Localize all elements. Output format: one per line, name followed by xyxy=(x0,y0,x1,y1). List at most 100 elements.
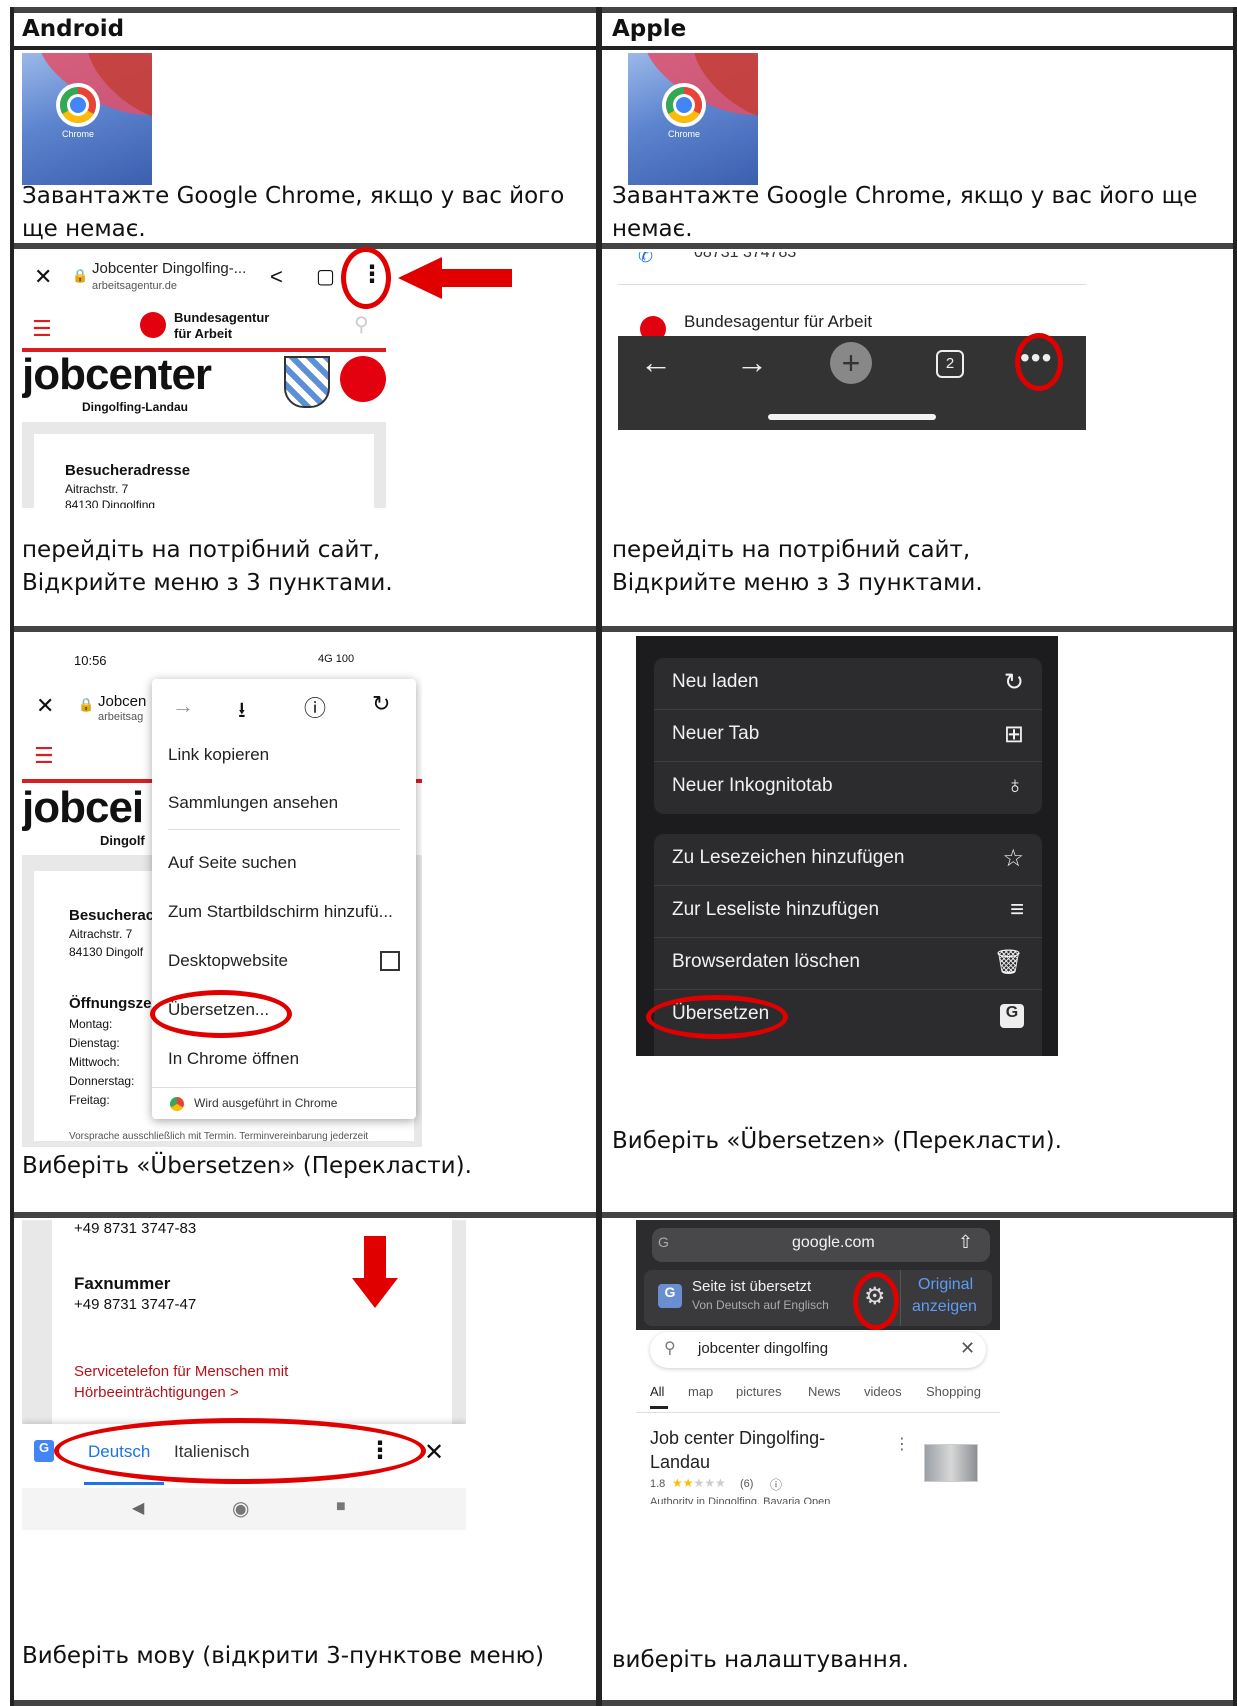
nav-back-icon[interactable]: ◀ xyxy=(132,1498,144,1518)
red-arrow-down-head xyxy=(352,1278,398,1308)
row3-android-screenshot: 10:56 4G 100 ✕ 🔒 Jobcen arbeitsag ☰ jobc… xyxy=(22,641,422,1147)
reading-list-icon: ≡ xyxy=(1009,896,1024,923)
hamburger-icon[interactable]: ☰ xyxy=(34,743,54,769)
share-icon[interactable]: < xyxy=(270,264,283,290)
url-text: arbeitsagentur.de xyxy=(92,280,178,292)
service-line1[interactable]: Servicetelefon für Menschen mit xyxy=(74,1363,288,1380)
row-divider-2 xyxy=(10,626,1237,632)
phone-icon: ✆ xyxy=(638,252,654,266)
search-tab[interactable]: videos xyxy=(864,1384,902,1399)
menu-item-open-in-chrome[interactable]: In Chrome öffnen xyxy=(168,1049,299,1069)
table-border-left xyxy=(10,7,14,1706)
chrome-small-icon xyxy=(170,1097,184,1111)
android-chrome-app-tile: Chrome xyxy=(22,53,152,185)
jobcenter-logo-text: jobcei xyxy=(22,783,144,832)
hamburger-icon[interactable]: ☰ xyxy=(32,316,52,342)
menu-item-add-to-home[interactable]: Zum Startbildschirm hinzufü... xyxy=(168,902,393,922)
table-border-top xyxy=(10,7,1237,13)
menu-item-copy-link[interactable]: Link kopieren xyxy=(168,745,269,765)
row2-android-caption: перейдіть на потрібний сайт, Відкрийте м… xyxy=(22,537,393,596)
result-title-line2[interactable]: Landau xyxy=(650,1452,710,1473)
footer-note: Vorsprache ausschließlich mit Termin. Te… xyxy=(69,1131,369,1142)
close-icon[interactable]: ✕ xyxy=(424,1438,444,1467)
desktop-site-checkbox[interactable] xyxy=(380,951,400,971)
menu-item-find-in-page[interactable]: Auf Seite suchen xyxy=(168,853,297,873)
search-box[interactable]: ⚲ jobcenter dingolfing ✕ xyxy=(650,1332,986,1368)
row2-apple-screenshot: ✆ 08731 374783 Bundesagentur für Arbeit … xyxy=(618,252,1086,430)
status-time: 10:56 xyxy=(74,653,107,668)
search-icon[interactable]: ⚲ xyxy=(354,312,369,337)
row3-apple-caption: Виберіть «Übersetzen» (Перекласти). xyxy=(612,1128,1062,1154)
row4-apple-caption: виберіть налаштування. xyxy=(612,1647,909,1673)
translate-highlight-ring xyxy=(150,990,292,1038)
menu-item-desktop-site[interactable]: Desktopwebsite xyxy=(168,951,288,971)
show-original-line2[interactable]: anzeigen xyxy=(912,1298,977,1316)
row2-android-screenshot: ✕ 🔒 Jobcenter Dingolfing-... arbeitsagen… xyxy=(22,252,386,508)
result-thumbnail[interactable] xyxy=(924,1444,978,1482)
url-field[interactable]: G google.com ⇧ xyxy=(652,1228,990,1262)
forward-icon[interactable]: → xyxy=(172,693,194,719)
apple-chrome-app-tile: Chrome xyxy=(628,53,758,185)
tab-title: Jobcenter Dingolfing-... xyxy=(92,260,247,277)
nav-home-icon[interactable]: ◉ xyxy=(232,1496,249,1521)
chrome-icon-label: Chrome xyxy=(667,129,700,139)
reload-icon[interactable]: ↻ xyxy=(372,691,390,717)
service-line2[interactable]: Hörbeeinträchtigungen > xyxy=(74,1384,239,1401)
overflow-menu: → ⭳ ⓘ ↻ Link kopieren Sammlungen ansehen… xyxy=(152,679,416,1119)
result-meta: Authority in Dingolfing, Bavaria Open xyxy=(650,1496,831,1504)
day-label: Donnerstag: xyxy=(69,1074,135,1088)
lang-tab-source-underline xyxy=(84,1482,164,1485)
rating-stars-icon: ★★★★★ xyxy=(672,1476,726,1490)
result-more-icon[interactable]: ⋮ xyxy=(894,1434,910,1454)
info-icon[interactable]: ⓘ xyxy=(304,691,326,723)
day-label: Freitag: xyxy=(69,1093,110,1107)
menu-item-collections[interactable]: Sammlungen ansehen xyxy=(168,793,338,813)
menu-group-1: Neu laden ↻ Neuer Tab ⊞ Neuer Inkognitotab… xyxy=(654,658,1042,814)
search-tab[interactable]: News xyxy=(808,1384,841,1399)
reload-icon: ↻ xyxy=(1003,669,1024,696)
new-tab-icon[interactable]: + xyxy=(830,342,872,384)
menu-item-reload[interactable]: Neu laden ↻ xyxy=(654,658,1042,710)
chrome-logo-icon xyxy=(666,87,702,123)
bookmark-icon[interactable]: ▢ xyxy=(316,264,335,289)
download-icon[interactable]: ⭳ xyxy=(238,693,246,731)
menu-item-reading-list[interactable]: Zur Leseliste hinzufügen ≡ xyxy=(654,886,1042,938)
lock-icon: 🔒 xyxy=(72,268,89,283)
row-divider-3 xyxy=(10,1212,1237,1218)
forward-icon[interactable]: → xyxy=(736,344,768,381)
search-tab[interactable]: Shopping xyxy=(926,1384,981,1399)
agency-emblem-icon xyxy=(340,356,386,402)
menu-item-new-tab[interactable]: Neuer Tab ⊞ xyxy=(654,710,1042,762)
agency-logo-icon xyxy=(140,312,166,338)
search-tab[interactable]: map xyxy=(688,1384,713,1399)
chrome-icon-label: Chrome xyxy=(61,129,94,139)
translate-icon: G xyxy=(658,1284,682,1308)
lock-icon: 🔒 xyxy=(78,697,95,712)
search-tab[interactable]: pictures xyxy=(736,1384,782,1399)
banner-title: Seite ist übersetzt xyxy=(692,1278,812,1295)
close-icon[interactable]: ✕ xyxy=(34,264,52,290)
google-translate-icon: G xyxy=(34,1440,54,1462)
share-icon[interactable]: ⇧ xyxy=(958,1232,973,1253)
back-icon[interactable]: ← xyxy=(640,344,672,381)
day-label: Mittwoch: xyxy=(69,1055,120,1069)
clear-icon[interactable]: ✕ xyxy=(960,1338,975,1359)
tabs-count-badge[interactable]: 2 xyxy=(936,350,964,378)
search-tab[interactable]: All xyxy=(650,1384,664,1399)
menu-item-bookmark[interactable]: Zu Lesezeichen hinzufügen ☆ xyxy=(654,834,1042,886)
translate-small-icon: G xyxy=(658,1234,669,1250)
nav-recents-icon[interactable]: ■ xyxy=(336,1498,346,1516)
result-title-line1[interactable]: Job center Dingolfing- xyxy=(650,1428,825,1449)
search-query: jobcenter dingolfing xyxy=(698,1340,829,1357)
show-original-line1[interactable]: Original xyxy=(918,1276,973,1294)
close-icon[interactable]: ✕ xyxy=(36,693,54,719)
brand-line2: für Arbeit xyxy=(174,326,233,341)
address-line1: Aitrachstr. 7 xyxy=(65,482,129,496)
header-android: Android xyxy=(22,16,125,42)
menu-item-clear-data[interactable]: Browserdaten löschen 🗑 xyxy=(654,938,1042,990)
menu-item-incognito[interactable]: Neuer Inkognitotab ♁ xyxy=(654,762,1042,814)
banner-divider xyxy=(900,1270,901,1326)
translate-highlight-ring xyxy=(646,995,788,1039)
separator xyxy=(618,284,1086,285)
red-arrow-down-shaft xyxy=(364,1236,386,1280)
